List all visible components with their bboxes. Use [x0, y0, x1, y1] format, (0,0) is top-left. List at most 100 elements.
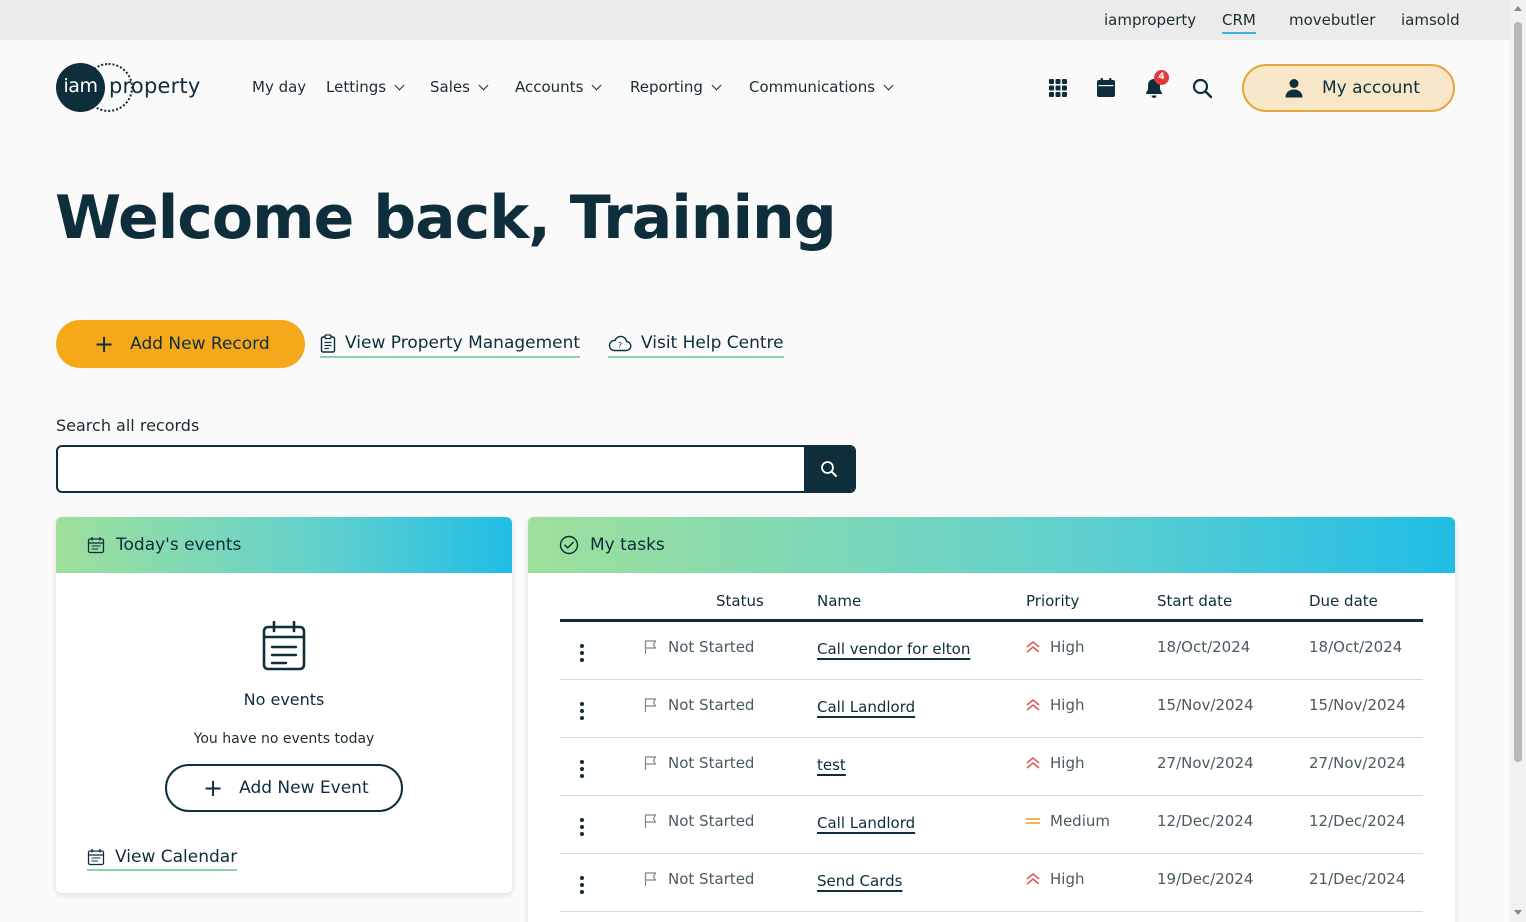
- notification-badge: 4: [1154, 70, 1169, 85]
- toplink-crm[interactable]: CRM: [1222, 11, 1256, 34]
- chevron-down-icon: [478, 80, 489, 90]
- scroll-down-arrow-icon[interactable]: [1514, 910, 1522, 915]
- column-header-name[interactable]: Name: [817, 592, 861, 610]
- nav-label: My day: [252, 78, 307, 96]
- nav-lettings[interactable]: Lettings: [326, 78, 405, 96]
- priority-high-icon: [1026, 873, 1040, 885]
- task-name-link[interactable]: test: [817, 756, 846, 774]
- task-status: Not Started: [643, 754, 754, 772]
- nav-sales[interactable]: Sales: [430, 78, 489, 96]
- chevron-down-icon: [711, 80, 722, 90]
- row-actions-menu-icon[interactable]: [580, 760, 584, 781]
- page-title: Welcome back, Training: [55, 183, 837, 253]
- search-input[interactable]: [58, 447, 806, 491]
- view-calendar-link[interactable]: View Calendar: [87, 847, 238, 871]
- page-scrollbar[interactable]: [1510, 0, 1526, 922]
- todays-events-card: Today's events No events You have no eve…: [56, 517, 512, 893]
- priority-high-icon: [1026, 699, 1040, 711]
- task-priority: High: [1025, 754, 1084, 772]
- task-start-date: 27/Nov/2024: [1157, 754, 1254, 772]
- task-name-link[interactable]: Send Cards: [817, 872, 902, 890]
- nav-reporting[interactable]: Reporting: [630, 78, 722, 96]
- svg-text:?: ?: [618, 341, 622, 350]
- task-status: Not Started: [643, 638, 754, 656]
- toplink-iamproperty[interactable]: iamproperty: [1104, 11, 1196, 29]
- no-events-message: You have no events today: [193, 731, 375, 747]
- column-header-due-date[interactable]: Due date: [1309, 592, 1378, 610]
- plus-icon: +: [94, 330, 115, 358]
- nav-label: Accounts: [515, 78, 584, 96]
- no-events-title: No events: [243, 690, 325, 709]
- task-priority: High: [1025, 870, 1084, 888]
- search-icon[interactable]: [1190, 76, 1214, 100]
- column-header-priority[interactable]: Priority: [1026, 592, 1079, 610]
- flag-icon: [644, 698, 657, 712]
- my-tasks-header: My tasks: [528, 517, 1455, 573]
- nav-my-day[interactable]: My day: [252, 78, 306, 96]
- row-actions-menu-icon[interactable]: [580, 644, 584, 665]
- visit-help-centre-link[interactable]: ? Visit Help Centre: [608, 333, 784, 358]
- my-tasks-title: My tasks: [590, 535, 665, 555]
- calendar-icon: [87, 537, 105, 554]
- visit-help-centre-label: Visit Help Centre: [641, 333, 784, 353]
- scroll-up-arrow-icon[interactable]: [1514, 6, 1522, 11]
- user-icon: [1285, 79, 1303, 98]
- task-due-date: 21/Dec/2024: [1309, 870, 1406, 888]
- task-status-label: Not Started: [668, 696, 755, 714]
- task-name-link[interactable]: Call Landlord: [817, 814, 915, 832]
- task-start-date: 19/Dec/2024: [1157, 870, 1254, 888]
- task-status: Not Started: [643, 870, 754, 888]
- my-tasks-card: My tasks Status Name Priority Start date…: [528, 517, 1455, 922]
- row-actions-menu-icon[interactable]: [580, 818, 584, 839]
- task-name-link[interactable]: Call Landlord: [817, 698, 915, 716]
- chevron-down-icon: [883, 80, 894, 90]
- add-new-record-button[interactable]: + Add New Record: [56, 320, 305, 368]
- logo[interactable]: iam property: [56, 63, 201, 113]
- clipboard-icon: [320, 333, 336, 353]
- column-header-start-date[interactable]: Start date: [1157, 592, 1232, 610]
- cloud-help-icon: ?: [608, 335, 632, 352]
- nav-communications[interactable]: Communications: [749, 78, 894, 96]
- nav-label: Lettings: [326, 78, 387, 96]
- table-row: Not Started Call Landlord Medium 12/Dec/202…: [560, 796, 1423, 854]
- task-status-label: Not Started: [668, 754, 755, 772]
- task-due-date: 27/Nov/2024: [1309, 754, 1406, 772]
- logo-text: property: [109, 74, 201, 98]
- task-priority-label: High: [1050, 870, 1085, 888]
- flag-icon: [644, 814, 657, 828]
- toplink-movebutler[interactable]: movebutler: [1289, 11, 1375, 29]
- search-label: Search all records: [56, 416, 200, 435]
- table-row: Not Started test High 27/Nov/2024 27/Nov/202…: [560, 738, 1423, 796]
- view-property-management-link[interactable]: View Property Management: [320, 333, 581, 358]
- row-actions-menu-icon[interactable]: [580, 876, 584, 897]
- search-submit-button[interactable]: [804, 447, 854, 491]
- chevron-down-icon: [591, 80, 602, 90]
- calendar-icon: [87, 849, 105, 866]
- task-due-date: 12/Dec/2024: [1309, 812, 1406, 830]
- task-name-link[interactable]: Call vendor for elton: [817, 640, 970, 658]
- row-actions-menu-icon[interactable]: [580, 702, 584, 723]
- my-account-button[interactable]: My account: [1242, 64, 1455, 112]
- task-status-label: Not Started: [668, 812, 755, 830]
- calendar-icon[interactable]: [1094, 76, 1118, 100]
- task-status-label: Not Started: [668, 870, 755, 888]
- apps-grid-icon[interactable]: [1046, 76, 1070, 100]
- scroll-thumb[interactable]: [1514, 22, 1522, 762]
- flag-icon: [644, 756, 657, 770]
- nav-label: Reporting: [630, 78, 703, 96]
- table-row: Not Started Call vendor for elton High 18/O…: [560, 622, 1423, 680]
- column-header-status[interactable]: Status: [716, 592, 764, 610]
- toplink-iamsold[interactable]: iamsold: [1401, 11, 1460, 29]
- add-new-event-label: Add New Event: [239, 778, 369, 798]
- plus-icon: +: [203, 774, 224, 802]
- chevron-down-icon: [394, 80, 405, 90]
- task-priority-label: High: [1050, 754, 1085, 772]
- task-priority: High: [1025, 638, 1084, 656]
- logo-mark: iam: [56, 63, 105, 112]
- table-row: Not Started Call Landlord High 15/Nov/2024 1…: [560, 680, 1423, 738]
- nav-accounts[interactable]: Accounts: [515, 78, 602, 96]
- task-due-date: 15/Nov/2024: [1309, 696, 1406, 714]
- add-new-event-button[interactable]: + Add New Event: [165, 764, 403, 812]
- my-account-label: My account: [1322, 78, 1420, 98]
- task-start-date: 18/Oct/2024: [1157, 638, 1251, 656]
